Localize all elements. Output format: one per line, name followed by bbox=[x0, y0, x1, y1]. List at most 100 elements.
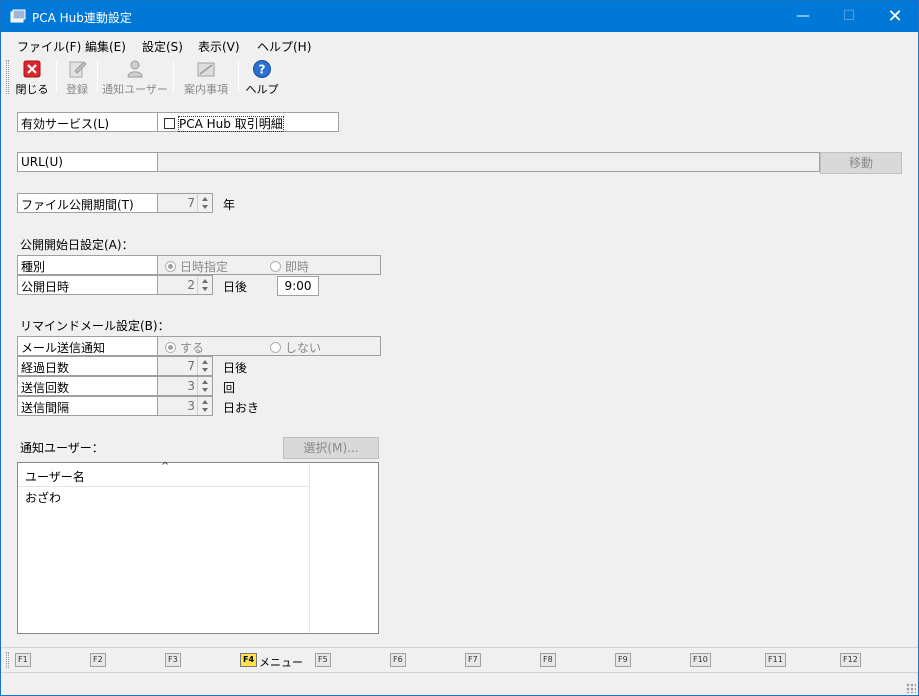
radio-empty-icon bbox=[270, 342, 281, 353]
fkey-f7[interactable]: F7 bbox=[465, 653, 481, 667]
help-icon: ? bbox=[253, 60, 271, 78]
menu-help[interactable]: ヘルプ(H) bbox=[257, 38, 311, 55]
file-period-unit: 年 bbox=[223, 198, 236, 212]
remind-count-spinner[interactable]: 3 bbox=[157, 376, 213, 396]
fkey-f4-label[interactable]: メニュー bbox=[259, 654, 303, 670]
app-window: PCA Hub連動設定 — ☐ ✕ ファイル(F) 編集(E) 設定(S) 表示… bbox=[0, 0, 919, 696]
maximize-icon: ☐ bbox=[842, 8, 856, 24]
spinner-arrows-icon[interactable] bbox=[197, 276, 212, 294]
radio-send-yes[interactable]: する bbox=[165, 339, 204, 356]
url-go-button[interactable]: 移動 bbox=[820, 152, 902, 174]
menu-view[interactable]: 表示(V) bbox=[198, 38, 240, 55]
list-column-header-username[interactable]: ユーザー名 ^ bbox=[18, 461, 310, 487]
title-bar[interactable]: PCA Hub連動設定 — ☐ ✕ bbox=[1, 1, 918, 32]
menu-settings[interactable]: 設定(S) bbox=[142, 38, 183, 55]
radio-send-no[interactable]: しない bbox=[270, 339, 321, 356]
url-input[interactable] bbox=[157, 152, 820, 172]
remind-count-value: 3 bbox=[187, 379, 195, 393]
help-button[interactable]: ? ヘルプ bbox=[244, 59, 280, 97]
sort-ascending-icon: ^ bbox=[161, 461, 170, 472]
close-icon: ✕ bbox=[887, 6, 903, 27]
fkey-f10[interactable]: F10 bbox=[690, 653, 711, 667]
fkey-f3[interactable]: F3 bbox=[165, 653, 181, 667]
toolbar-grip[interactable] bbox=[6, 60, 9, 94]
fkey-f4[interactable]: F4 bbox=[240, 653, 258, 667]
service-label: 有効サービス(L) bbox=[17, 112, 158, 132]
remind-interval-spinner[interactable]: 3 bbox=[157, 396, 213, 416]
spinner-arrows-icon[interactable] bbox=[197, 397, 212, 415]
fkey-f5[interactable]: F5 bbox=[315, 653, 331, 667]
notice-button-label: 案内事項 bbox=[184, 83, 228, 96]
remind-elapsed-label: 経過日数 bbox=[17, 356, 158, 376]
publish-days-value: 2 bbox=[187, 278, 195, 292]
register-button[interactable]: 登録 bbox=[61, 59, 93, 97]
fkey-f11[interactable]: F11 bbox=[765, 653, 786, 667]
publish-days-unit: 日後 bbox=[223, 280, 248, 294]
fkey-f9[interactable]: F9 bbox=[615, 653, 631, 667]
notify-user-list[interactable]: ユーザー名 ^ おざわ bbox=[17, 461, 379, 634]
fkey-f1[interactable]: F1 bbox=[15, 653, 31, 667]
publish-days-spinner[interactable]: 2 bbox=[157, 275, 213, 295]
notify-users-label: 通知ユーザー bbox=[102, 83, 168, 96]
remind-send-label: メール送信通知 bbox=[17, 336, 158, 356]
remind-count-label: 送信回数 bbox=[17, 376, 158, 396]
svg-text:?: ? bbox=[259, 63, 266, 77]
notice-icon bbox=[197, 62, 215, 77]
list-item-username: おざわ bbox=[25, 491, 62, 505]
fkey-f8[interactable]: F8 bbox=[540, 653, 556, 667]
fkeybar-grip[interactable] bbox=[6, 652, 9, 668]
fkey-f6[interactable]: F6 bbox=[390, 653, 406, 667]
close-button[interactable]: 閉じる bbox=[14, 59, 50, 97]
close-x-icon bbox=[23, 60, 41, 78]
status-bar bbox=[1, 672, 918, 695]
remind-elapsed-value: 7 bbox=[187, 359, 195, 373]
notice-button[interactable]: 案内事項 bbox=[179, 59, 233, 97]
publish-time-input[interactable]: 9:00 bbox=[277, 276, 319, 296]
service-checkbox[interactable]: PCA Hub 取引明細 bbox=[164, 115, 284, 132]
notify-users-button[interactable]: 通知ユーザー bbox=[102, 59, 168, 97]
publish-start-heading: 公開開始日設定(A)： bbox=[20, 238, 134, 252]
toolbar-separator bbox=[56, 61, 57, 93]
help-button-label: ヘルプ bbox=[245, 83, 279, 96]
minimize-button[interactable]: — bbox=[780, 1, 826, 32]
toolbar-separator bbox=[97, 61, 98, 93]
spinner-arrows-icon[interactable] bbox=[197, 377, 212, 395]
select-users-button[interactable]: 選択(M)... bbox=[283, 437, 379, 459]
fkey-f12[interactable]: F12 bbox=[840, 653, 861, 667]
toolbar-separator bbox=[173, 61, 174, 93]
publish-kind-radio-group: 日時指定 即時 bbox=[157, 255, 381, 275]
radio-specified[interactable]: 日時指定 bbox=[165, 258, 228, 275]
app-icon bbox=[10, 9, 26, 23]
register-button-label: 登録 bbox=[66, 83, 88, 96]
publish-datetime-label: 公開日時 bbox=[17, 275, 158, 295]
menu-file[interactable]: ファイル(F) bbox=[17, 38, 81, 55]
maximize-button[interactable]: ☐ bbox=[826, 1, 872, 32]
remind-interval-value: 3 bbox=[187, 399, 195, 413]
remind-elapsed-unit: 日後 bbox=[223, 361, 248, 375]
url-label: URL(U) bbox=[17, 152, 158, 172]
list-item[interactable]: おざわ bbox=[18, 487, 310, 507]
fkey-f2[interactable]: F2 bbox=[90, 653, 106, 667]
radio-immediate[interactable]: 即時 bbox=[270, 258, 309, 275]
radio-selected-icon bbox=[165, 342, 176, 353]
resize-grip-icon[interactable] bbox=[906, 683, 916, 693]
radio-empty-icon bbox=[270, 261, 281, 272]
spinner-arrows-icon[interactable] bbox=[197, 357, 212, 375]
remind-heading: リマインドメール設定(B)： bbox=[20, 319, 170, 333]
remind-interval-label: 送信間隔 bbox=[17, 396, 158, 416]
close-window-button[interactable]: ✕ bbox=[872, 1, 918, 32]
toolbar-separator bbox=[238, 61, 239, 93]
file-period-value: 7 bbox=[187, 196, 195, 210]
close-button-label: 閉じる bbox=[15, 83, 49, 96]
file-period-spinner[interactable]: 7 bbox=[157, 193, 213, 213]
notify-heading: 通知ユーザー： bbox=[20, 441, 104, 455]
menu-edit[interactable]: 編集(E) bbox=[85, 38, 126, 55]
remind-send-radio-group: する しない bbox=[157, 336, 381, 356]
service-field: PCA Hub 取引明細 bbox=[157, 112, 339, 132]
minimize-icon: — bbox=[796, 8, 810, 24]
register-icon bbox=[69, 61, 87, 78]
remind-elapsed-spinner[interactable]: 7 bbox=[157, 356, 213, 376]
user-icon bbox=[127, 60, 143, 78]
spinner-arrows-icon[interactable] bbox=[197, 194, 212, 212]
checkbox-icon bbox=[164, 118, 175, 129]
